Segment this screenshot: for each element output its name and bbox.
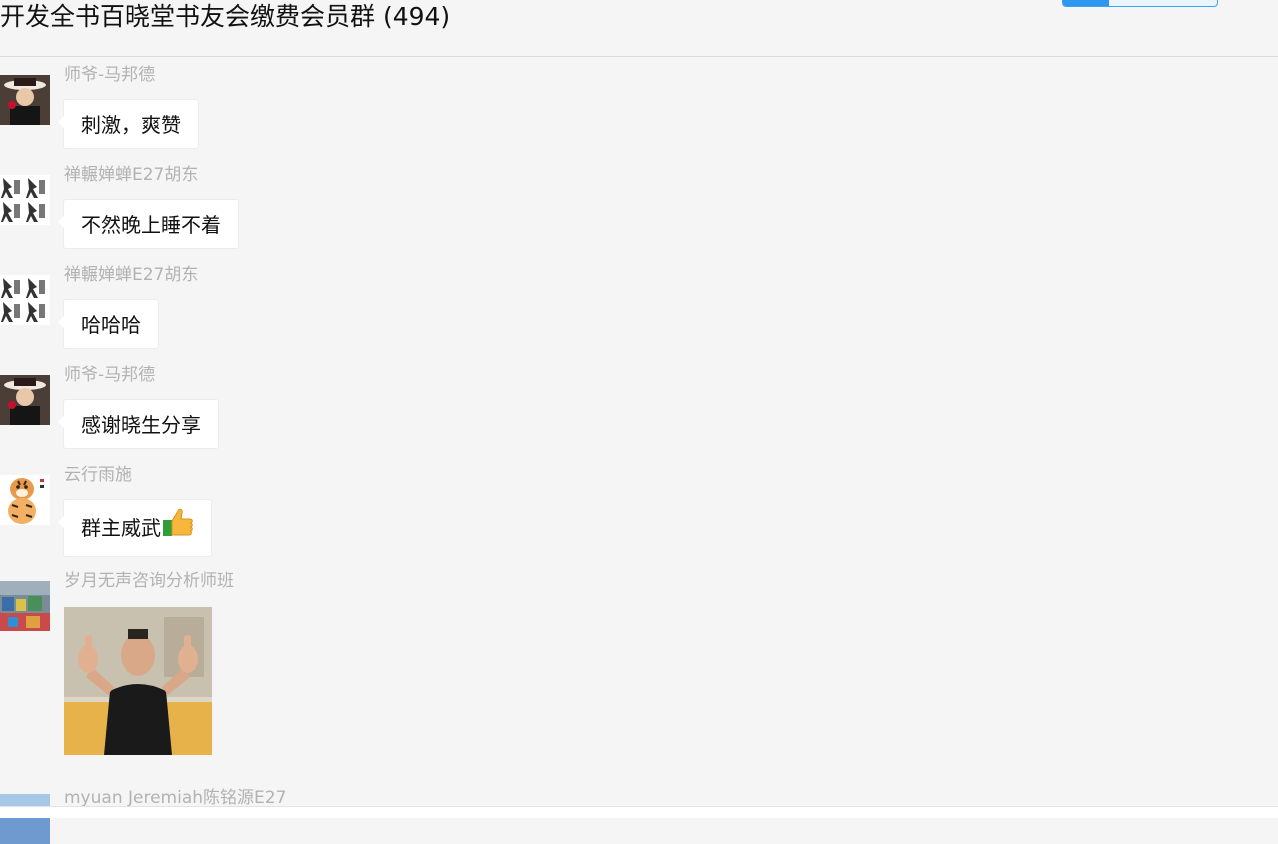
chat-header: 开发全书百晓堂书友会缴费会员群 (494) [0, 0, 1278, 57]
message-text: 群主威武 [81, 516, 161, 540]
message-text: 不然晚上睡不着 [81, 213, 221, 237]
man-with-hat-avatar[interactable] [0, 375, 50, 425]
message-text: 刺激，爽赞 [81, 113, 181, 137]
figures-pattern-avatar[interactable] [0, 175, 50, 225]
man-with-hat-avatar[interactable] [0, 75, 50, 125]
input-area[interactable] [0, 806, 1278, 818]
tiger-avatar[interactable] [0, 475, 50, 525]
sender-name: 云行雨施 [64, 465, 132, 485]
sender-name: myuan Jeremiah陈铭源E27 [64, 788, 287, 808]
message-bubble[interactable]: 刺激，爽赞 [58, 99, 199, 149]
sender-name: 师爷-马邦德 [64, 65, 156, 85]
sender-name: 师爷-马邦德 [64, 365, 156, 385]
colorful-scene-avatar[interactable] [0, 581, 50, 631]
message-text: 哈哈哈 [81, 313, 141, 337]
man-thumbs-up-photo[interactable] [64, 607, 212, 755]
sender-name: 禅輾婵蝉E27胡东 [64, 165, 199, 185]
sky-avatar[interactable] [0, 794, 50, 844]
message-bubble[interactable]: 感谢晓生分享 [58, 399, 219, 449]
message-bubble[interactable]: 哈哈哈 [58, 299, 159, 349]
message-bubble[interactable]: 不然晚上睡不着 [58, 199, 239, 249]
message-bubble[interactable]: 群主威武 [58, 499, 212, 558]
sender-name: 岁月无声咨询分析师班 [64, 571, 234, 591]
group-title: 开发全书百晓堂书友会缴费会员群 (494) [0, 2, 451, 31]
figures-pattern-avatar[interactable] [0, 275, 50, 325]
top-toggle[interactable] [1062, 0, 1218, 7]
message-text: 感谢晓生分享 [81, 413, 201, 437]
thumbs-up-icon [162, 502, 194, 558]
sender-name: 禅輾婵蝉E27胡东 [64, 265, 199, 285]
